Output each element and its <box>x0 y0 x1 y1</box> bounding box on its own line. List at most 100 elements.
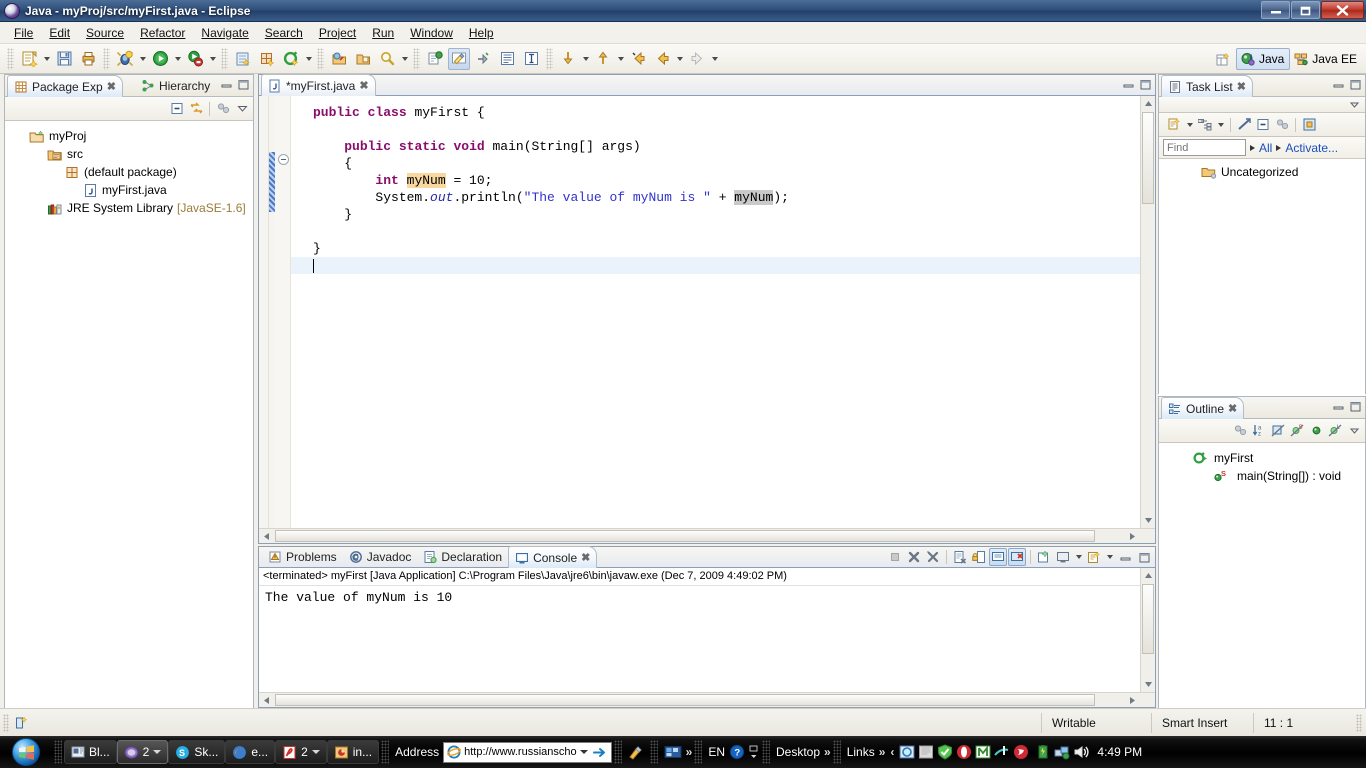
next-annotation-dropdown[interactable] <box>580 48 591 70</box>
menu-navigate[interactable]: Navigate <box>193 24 256 42</box>
minimize-view-icon[interactable] <box>1332 400 1345 413</box>
tab-myFirst-java[interactable]: *myFirst.java ✖ <box>261 74 376 96</box>
maximize-view-icon[interactable] <box>237 78 250 91</box>
perspective-java-ee[interactable]: Java EE <box>1290 48 1362 70</box>
status-bar-grip[interactable] <box>3 713 9 732</box>
back-icon[interactable] <box>651 48 673 70</box>
open-console-icon[interactable] <box>1085 548 1103 566</box>
focus-on-active-task-icon[interactable] <box>214 100 232 118</box>
close-icon[interactable]: ✖ <box>1228 402 1237 415</box>
pencil-highlight-icon[interactable] <box>448 47 470 70</box>
toolbar-grip[interactable] <box>7 47 14 70</box>
scroll-up-arrow[interactable] <box>1141 96 1155 111</box>
toolbar-handle-icon[interactable] <box>748 743 760 761</box>
last-edit-location-icon[interactable] <box>627 48 649 70</box>
taskbar-grip[interactable] <box>832 740 841 764</box>
external-tools-dropdown[interactable] <box>207 48 218 70</box>
run-icon[interactable] <box>149 48 171 70</box>
scroll-left-arrow[interactable] <box>259 693 274 708</box>
scroll-down-arrow[interactable] <box>1141 677 1156 692</box>
new-package-icon[interactable] <box>256 48 278 70</box>
link-with-editor-icon[interactable] <box>187 100 205 118</box>
editor-vertical-scrollbar[interactable] <box>1140 96 1155 528</box>
hide-nonpublic-icon[interactable] <box>1307 422 1325 440</box>
taskbar-button-eclipse-group[interactable]: 2 <box>116 740 169 764</box>
search-dropdown[interactable] <box>399 48 410 70</box>
package-explorer-tree[interactable]: myProj src (default package) myFirst.jav… <box>5 121 253 753</box>
close-icon[interactable]: ✖ <box>359 79 368 92</box>
collapse-all-icon[interactable] <box>1254 116 1272 134</box>
power-tray-icon[interactable] <box>1035 744 1051 760</box>
categorize-dropdown[interactable] <box>1215 116 1226 134</box>
taskbar-grip[interactable] <box>381 740 390 764</box>
external-tools-icon[interactable] <box>184 48 206 70</box>
taskbar-clock[interactable]: 4:49 PM <box>1089 745 1150 759</box>
save-icon[interactable] <box>53 48 75 70</box>
menu-help[interactable]: Help <box>461 24 502 42</box>
links-toolbar-chevron[interactable]: » <box>879 745 886 759</box>
close-icon[interactable]: ✖ <box>107 80 116 93</box>
run-dropdown[interactable] <box>172 48 183 70</box>
maximize-view-icon[interactable] <box>1349 78 1362 91</box>
minimize-button[interactable] <box>1261 1 1290 19</box>
outline-tree[interactable]: myFirst S main(String[]) : void <box>1159 443 1365 753</box>
language-indicator[interactable]: EN <box>708 745 725 759</box>
tab-task-list[interactable]: Task List ✖ <box>1161 75 1253 97</box>
tree-item-jre-system-library[interactable]: JRE System Library [JavaSE-1.6] <box>5 199 253 217</box>
go-arrow-icon[interactable] <box>592 746 608 759</box>
outline-item-myFirst[interactable]: myFirst <box>1159 449 1365 467</box>
editor-canvas[interactable]: public class myFirst { public static voi… <box>259 96 1155 528</box>
ie-tray-icon[interactable] <box>899 744 915 760</box>
show-console-on-error-icon[interactable] <box>1008 548 1026 566</box>
editor-code-area[interactable]: public class myFirst { public static voi… <box>291 96 1155 528</box>
show-desktop-icon[interactable] <box>664 745 682 760</box>
view-menu-icon[interactable] <box>1345 98 1363 112</box>
new-java-project-icon[interactable] <box>232 48 254 70</box>
activate-link[interactable]: Activate... <box>1285 141 1338 155</box>
menu-search[interactable]: Search <box>257 24 311 42</box>
maximize-view-icon[interactable] <box>1349 400 1362 413</box>
task-list-item-uncategorized[interactable]: Uncategorized <box>1159 163 1365 181</box>
view-menu-icon[interactable] <box>233 100 251 118</box>
new-task-dropdown[interactable] <box>1184 116 1195 134</box>
toolbar-grip[interactable] <box>103 47 110 70</box>
tree-item-src[interactable]: src <box>5 145 253 163</box>
scroll-right-arrow[interactable] <box>1125 693 1140 708</box>
new-class-dropdown[interactable] <box>303 48 314 70</box>
hide-local-types-icon[interactable]: L <box>1326 422 1344 440</box>
console-vertical-scrollbar[interactable] <box>1140 568 1155 692</box>
scroll-up-arrow[interactable] <box>1141 568 1156 583</box>
synchronize-icon[interactable] <box>1235 116 1253 134</box>
open-type-icon[interactable] <box>328 48 350 70</box>
network-status-icon[interactable] <box>1054 744 1070 760</box>
editor-annotation-ruler[interactable] <box>259 96 269 528</box>
chevron-down-icon[interactable] <box>579 750 588 754</box>
taskbar-button-acrobat-group[interactable]: 2 <box>275 740 327 764</box>
previous-annotation-dropdown[interactable] <box>615 48 626 70</box>
menu-project[interactable]: Project <box>311 24 364 42</box>
filter-all-link[interactable]: All <box>1259 141 1272 155</box>
taskbar-button-skype[interactable]: S Sk... <box>168 740 226 764</box>
update-tray-icon[interactable] <box>918 744 934 760</box>
console-output[interactable]: The value of myNum is 10 <box>259 586 1155 609</box>
opera-tray-icon[interactable] <box>956 744 972 760</box>
hide-fields-icon[interactable] <box>1269 422 1287 440</box>
taskbar-button-firefox[interactable]: e... <box>225 740 276 764</box>
scroll-down-arrow[interactable] <box>1141 513 1155 528</box>
block-selection-icon[interactable] <box>520 48 542 70</box>
volume-icon[interactable] <box>1073 744 1090 760</box>
new-wizard-dropdown[interactable] <box>41 48 52 70</box>
tab-console[interactable]: Console ✖ <box>508 546 598 568</box>
menu-source[interactable]: Source <box>78 24 132 42</box>
menu-edit[interactable]: Edit <box>41 24 78 42</box>
status-bar-resize-grip[interactable] <box>1356 713 1362 732</box>
taskbar-grip[interactable] <box>761 740 770 764</box>
new-wizard-icon[interactable] <box>18 48 40 70</box>
debug-dropdown[interactable] <box>137 48 148 70</box>
next-annotation-icon[interactable] <box>557 48 579 70</box>
previous-annotation-icon[interactable] <box>592 48 614 70</box>
chevron-down-icon[interactable] <box>153 750 162 754</box>
maximize-panel-icon[interactable] <box>1135 548 1153 566</box>
taskbar-overflow-chevron[interactable]: » <box>686 745 693 759</box>
desktop-toolbar-label[interactable]: Desktop <box>776 745 820 759</box>
